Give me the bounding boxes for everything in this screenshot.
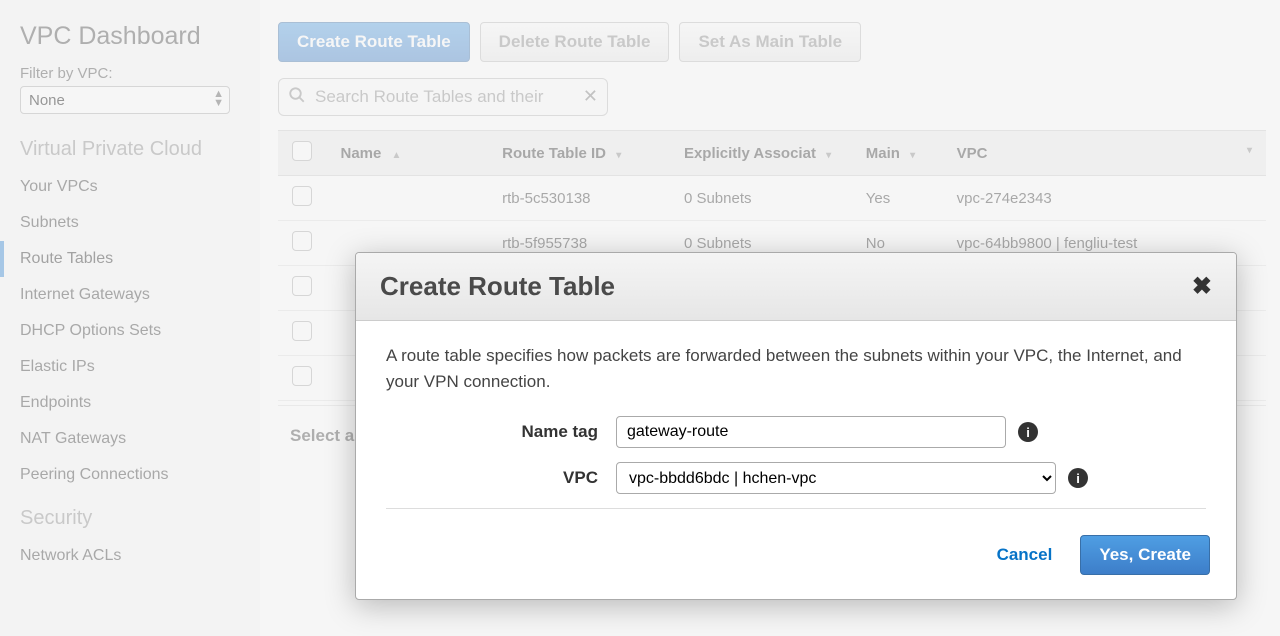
modal-title: Create Route Table (380, 271, 615, 302)
info-icon[interactable]: i (1068, 468, 1088, 488)
vpc-select-label: VPC (386, 468, 616, 488)
name-tag-input[interactable] (616, 416, 1006, 448)
create-route-table-modal: Create Route Table ✖ A route table speci… (355, 252, 1237, 600)
modal-footer: Cancel Yes, Create (356, 535, 1236, 599)
name-tag-label: Name tag (386, 422, 616, 442)
yes-create-button[interactable]: Yes, Create (1080, 535, 1210, 575)
cancel-button[interactable]: Cancel (979, 535, 1071, 575)
modal-header: Create Route Table ✖ (356, 253, 1236, 321)
vpc-select[interactable]: vpc-bbdd6bdc | hchen-vpc (616, 462, 1056, 494)
modal-body: A route table specifies how packets are … (356, 321, 1236, 535)
form-row-name-tag: Name tag i (386, 416, 1206, 448)
close-icon[interactable]: ✖ (1192, 272, 1212, 301)
form-row-vpc: VPC vpc-bbdd6bdc | hchen-vpc i (386, 462, 1206, 494)
info-icon[interactable]: i (1018, 422, 1038, 442)
modal-description: A route table specifies how packets are … (386, 343, 1206, 394)
modal-divider (386, 508, 1206, 509)
